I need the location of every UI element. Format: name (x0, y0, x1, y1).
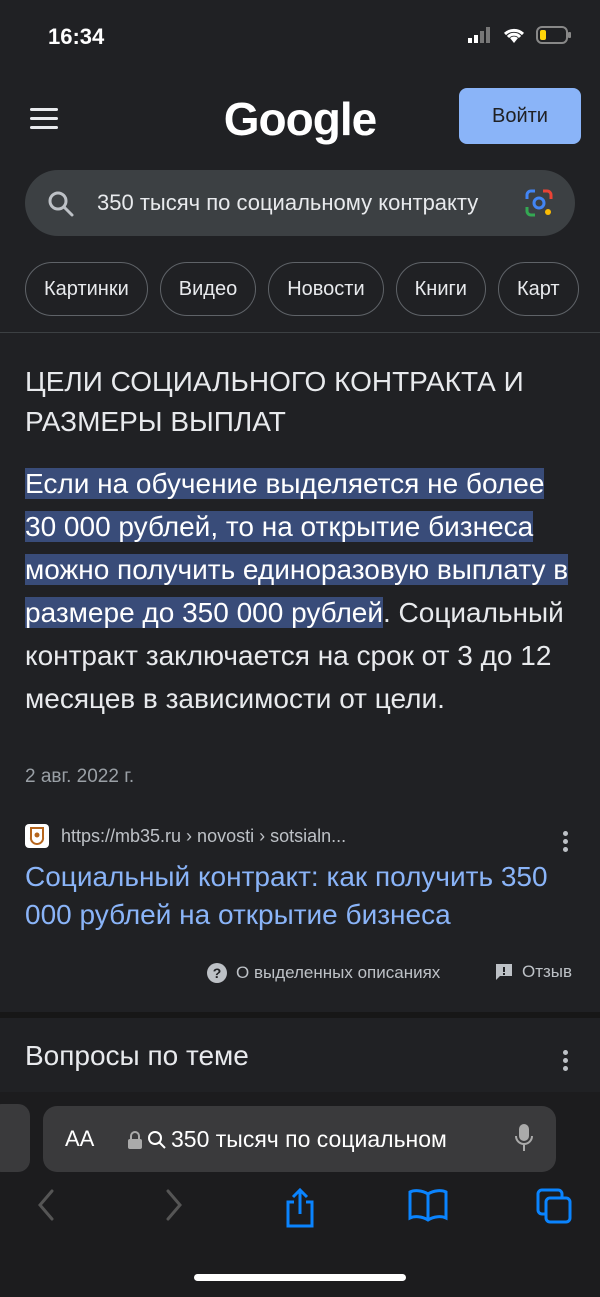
section-divider (0, 1012, 600, 1018)
address-field[interactable]: 350 тысяч по социальном (127, 1126, 495, 1153)
site-favicon (25, 824, 49, 848)
home-indicator (194, 1274, 406, 1281)
bookmarks-icon[interactable] (408, 1188, 448, 1222)
reader-aa-button[interactable]: АA (65, 1126, 94, 1152)
login-button[interactable]: Войти (459, 88, 581, 144)
address-text: 350 тысяч по социальном (171, 1126, 447, 1152)
help-icon: ? (207, 963, 227, 983)
featured-snippet: Если на обучение выделяется не более 30 … (25, 462, 580, 720)
result-title-link[interactable]: Социальный контракт: как получить 350 00… (25, 858, 585, 934)
lock-icon (128, 1130, 142, 1149)
feedback-button[interactable]: Отзыв (494, 962, 572, 982)
svg-text:?: ? (213, 965, 222, 981)
chip-maps[interactable]: Карт (497, 262, 579, 316)
back-icon[interactable] (34, 1188, 58, 1222)
divider (0, 332, 600, 333)
battery-icon (536, 26, 571, 44)
previous-tab[interactable] (0, 1104, 30, 1172)
about-label: О выделенных описаниях (236, 963, 441, 982)
featured-heading: ЦЕЛИ СОЦИАЛЬНОГО КОНТРАКТА И РАЗМЕРЫ ВЫП… (25, 366, 524, 437)
more-options-icon[interactable] (563, 828, 569, 855)
related-questions-title: Вопросы по теме (25, 1040, 249, 1071)
search-box[interactable]: 350 тысяч по социальному контракту (25, 170, 575, 236)
status-time: 16:34 (48, 24, 105, 49)
forward-icon[interactable] (162, 1188, 186, 1222)
coat-of-arms-icon (29, 827, 45, 846)
questions-more-icon[interactable] (563, 1047, 569, 1074)
source-row[interactable]: https://mb35.ru › novosti › sotsialn... (25, 824, 346, 848)
search-small-icon (148, 1130, 166, 1149)
chip-books[interactable]: Книги (395, 262, 486, 316)
address-bar[interactable]: АA 350 тысяч по социальном (43, 1106, 556, 1172)
search-icon (48, 191, 74, 217)
status-icons (468, 26, 572, 44)
chip-images[interactable]: Картинки (25, 262, 148, 316)
google-lens-icon[interactable] (523, 187, 555, 219)
search-input[interactable]: 350 тысяч по социальному контракту (97, 190, 497, 216)
chip-video[interactable]: Видео (159, 262, 257, 316)
feedback-icon (496, 964, 512, 980)
filter-chips: Картинки Видео Новости Книги Карт (25, 262, 579, 316)
share-icon[interactable] (284, 1188, 316, 1228)
chip-news[interactable]: Новости (268, 262, 384, 316)
tabs-icon[interactable] (536, 1188, 572, 1224)
about-snippets[interactable]: ? О выделенных описаниях (206, 962, 440, 984)
snippet-date: 2 авг. 2022 г. (25, 766, 135, 787)
wifi-icon (503, 28, 525, 43)
result-url[interactable]: https://mb35.ru › novosti › sotsialn... (61, 826, 346, 847)
feedback-label: Отзыв (522, 962, 573, 981)
microphone-icon[interactable] (514, 1123, 534, 1153)
signal-icon (468, 27, 490, 43)
